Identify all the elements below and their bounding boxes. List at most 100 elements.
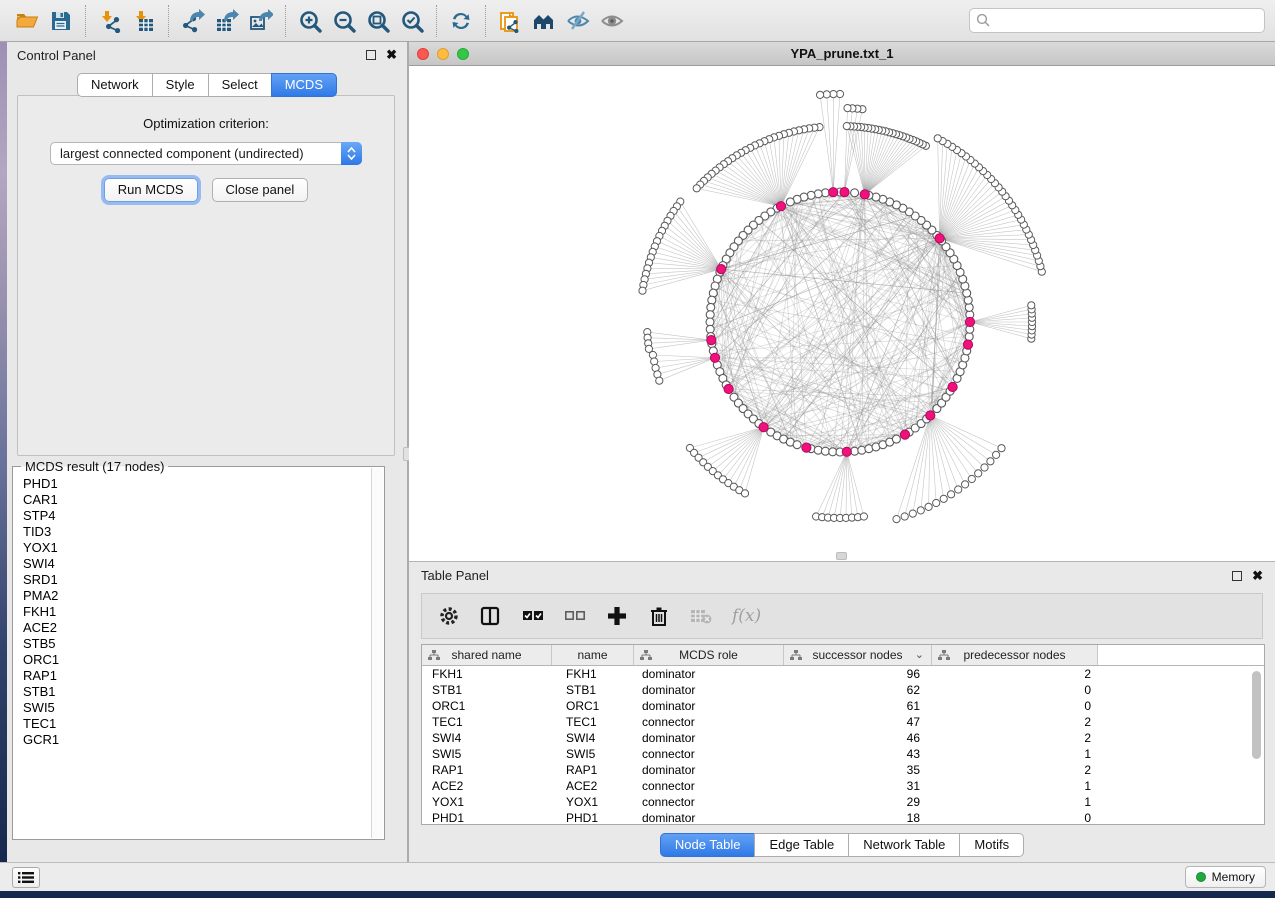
graph-leaf-node[interactable] <box>948 491 955 498</box>
graph-node[interactable] <box>892 435 900 443</box>
mcds-result-item[interactable]: TID3 <box>23 524 370 540</box>
graph-leaf-node[interactable] <box>925 503 932 510</box>
mcds-result-item[interactable]: SRD1 <box>23 572 370 588</box>
mcds-result-item[interactable]: TEC1 <box>23 716 370 732</box>
table-row[interactable]: SWI4SWI4dominator462 <box>422 730 1264 746</box>
tab-network[interactable]: Network <box>77 73 153 97</box>
graph-leaf-node[interactable] <box>962 481 969 488</box>
graph-hub-node[interactable] <box>724 384 733 393</box>
column-header-mcds-role[interactable]: MCDS role <box>634 645 784 665</box>
criterion-dropdown[interactable]: largest connected component (undirected) <box>50 142 362 165</box>
graph-leaf-node[interactable] <box>844 105 851 112</box>
mcds-result-list[interactable]: PHD1CAR1STP4TID3YOX1SWI4SRD1PMA2FKH1ACE2… <box>14 470 370 838</box>
create-column-icon[interactable] <box>606 605 628 627</box>
table-row[interactable]: TEC1TEC1connector472 <box>422 714 1264 730</box>
graph-leaf-node[interactable] <box>843 123 850 130</box>
table-row[interactable]: SWI5SWI5connector431 <box>422 746 1264 762</box>
graph-leaf-node[interactable] <box>893 516 900 523</box>
table-row[interactable]: YOX1YOX1connector291 <box>422 794 1264 810</box>
graph-leaf-node[interactable] <box>649 351 656 358</box>
mcds-result-item[interactable]: STB5 <box>23 636 370 652</box>
graph-hub-node[interactable] <box>935 234 944 243</box>
graph-node[interactable] <box>851 189 859 197</box>
network-overview-icon[interactable] <box>493 5 527 37</box>
task-history-button[interactable] <box>12 867 40 888</box>
show-columns-icon[interactable] <box>480 605 502 627</box>
graph-leaf-node[interactable] <box>998 445 1005 452</box>
graph-hub-node[interactable] <box>860 190 869 199</box>
save-session-icon[interactable] <box>44 5 78 37</box>
birds-eye-view-icon[interactable] <box>527 5 561 37</box>
tab-motifs[interactable]: Motifs <box>959 833 1024 857</box>
deselect-all-rows-icon[interactable] <box>564 605 586 627</box>
graph-leaf-node[interactable] <box>975 470 982 477</box>
table-row[interactable]: RAP1RAP1dominator352 <box>422 762 1264 778</box>
column-header-successor-nodes[interactable]: successor nodes⌄ <box>784 645 932 665</box>
mcds-result-item[interactable]: ORC1 <box>23 652 370 668</box>
search-input[interactable] <box>969 8 1265 33</box>
graph-leaf-node[interactable] <box>639 287 646 294</box>
mcds-result-item[interactable]: YOX1 <box>23 540 370 556</box>
graph-leaf-node[interactable] <box>693 185 700 192</box>
tab-select[interactable]: Select <box>208 73 272 97</box>
graph-hub-node[interactable] <box>759 423 768 432</box>
graph-hub-node[interactable] <box>840 188 849 197</box>
mcds-result-item[interactable]: STP4 <box>23 508 370 524</box>
mcds-result-item[interactable]: STB1 <box>23 684 370 700</box>
apply-layout-icon[interactable] <box>444 5 478 37</box>
graph-hub-node[interactable] <box>717 265 726 274</box>
zoom-fit-icon[interactable] <box>361 5 395 37</box>
graph-leaf-node[interactable] <box>860 513 867 520</box>
float-panel-icon[interactable] <box>366 50 376 60</box>
graph-hub-node[interactable] <box>900 430 909 439</box>
mcds-result-item[interactable]: RAP1 <box>23 668 370 684</box>
zoom-out-icon[interactable] <box>327 5 361 37</box>
graph-leaf-node[interactable] <box>968 475 975 482</box>
table-row[interactable]: STB1STB1dominator620 <box>422 682 1264 698</box>
tab-edge-table[interactable]: Edge Table <box>754 833 849 857</box>
import-table-icon[interactable] <box>127 5 161 37</box>
graph-leaf-node[interactable] <box>909 510 916 517</box>
show-graphics-details-icon[interactable] <box>595 5 629 37</box>
zoom-selected-icon[interactable] <box>395 5 429 37</box>
mcds-result-item[interactable]: SWI5 <box>23 700 370 716</box>
float-table-panel-icon[interactable] <box>1232 571 1242 581</box>
mcds-result-item[interactable]: CAR1 <box>23 492 370 508</box>
zoom-in-icon[interactable] <box>293 5 327 37</box>
export-network-icon[interactable] <box>176 5 210 37</box>
graph-leaf-node[interactable] <box>987 458 994 465</box>
table-row[interactable]: FKH1FKH1dominator962 <box>422 666 1264 682</box>
run-mcds-button[interactable]: Run MCDS <box>104 178 198 202</box>
column-header-name[interactable]: name <box>552 645 634 665</box>
graph-leaf-node[interactable] <box>917 507 924 514</box>
graph-hub-node[interactable] <box>829 188 838 197</box>
export-table-icon[interactable] <box>210 5 244 37</box>
graph-leaf-node[interactable] <box>955 486 962 493</box>
export-image-icon[interactable] <box>244 5 278 37</box>
graph-hub-node[interactable] <box>776 202 785 211</box>
table-row[interactable]: ACE2ACE2connector311 <box>422 778 1264 794</box>
graph-hub-node[interactable] <box>963 340 972 349</box>
tab-style[interactable]: Style <box>152 73 209 97</box>
graph-leaf-node[interactable] <box>934 135 941 142</box>
graph-node[interactable] <box>786 198 794 206</box>
graph-leaf-node[interactable] <box>993 451 1000 458</box>
graph-leaf-node[interactable] <box>901 513 908 520</box>
graph-leaf-node[interactable] <box>656 377 663 384</box>
graph-leaf-node[interactable] <box>1028 302 1035 309</box>
graph-leaf-node[interactable] <box>817 91 824 98</box>
graph-leaf-node[interactable] <box>933 499 940 506</box>
graph-hub-node[interactable] <box>926 411 935 420</box>
tab-node-table[interactable]: Node Table <box>660 833 756 857</box>
graph-hub-node[interactable] <box>707 336 716 345</box>
tab-mcds[interactable]: MCDS <box>271 73 337 97</box>
tab-network-table[interactable]: Network Table <box>848 833 960 857</box>
table-settings-icon[interactable] <box>438 605 460 627</box>
graph-hub-node[interactable] <box>842 447 851 456</box>
graph-hub-node[interactable] <box>710 353 719 362</box>
mcds-result-item[interactable]: SWI4 <box>23 556 370 572</box>
select-all-rows-icon[interactable] <box>522 605 544 627</box>
table-row[interactable]: ORC1ORC1dominator610 <box>422 698 1264 714</box>
graph-hub-node[interactable] <box>802 443 811 452</box>
table-splitter-handle[interactable] <box>836 552 847 560</box>
